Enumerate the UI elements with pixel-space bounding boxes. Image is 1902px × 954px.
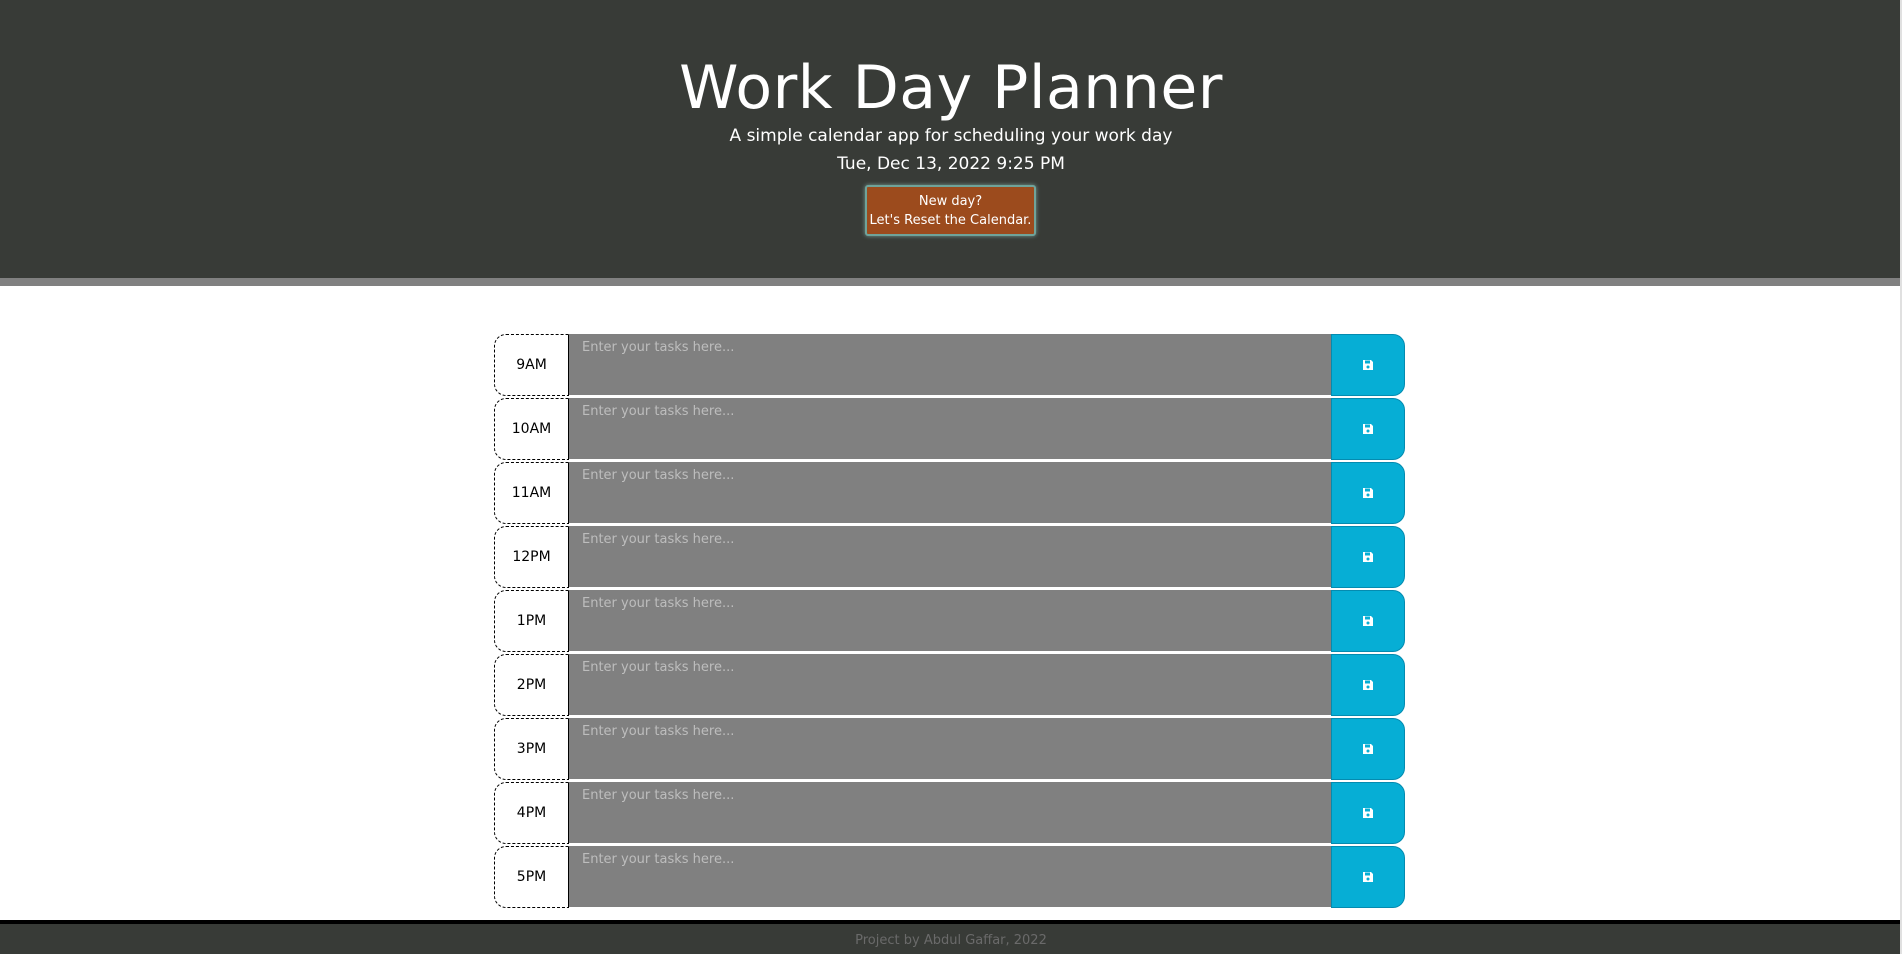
time-block: 3PM xyxy=(494,718,1405,782)
reset-button-line1: New day? xyxy=(918,193,983,209)
time-block: 1PM xyxy=(494,590,1405,654)
floppy-disk-icon xyxy=(1362,615,1374,627)
time-block: 11AM xyxy=(494,462,1405,526)
save-button[interactable] xyxy=(1331,334,1405,396)
save-button[interactable] xyxy=(1331,654,1405,716)
planner-container: 9AM 10AM 11AM 12PM xyxy=(494,334,1405,910)
footer-credit: Project by Abdul Gaffar, 2022 xyxy=(855,933,1047,948)
task-input[interactable] xyxy=(569,718,1331,780)
time-block: 10AM xyxy=(494,398,1405,462)
save-button[interactable] xyxy=(1331,526,1405,588)
time-block: 5PM xyxy=(494,846,1405,910)
task-input[interactable] xyxy=(569,654,1331,716)
task-input[interactable] xyxy=(569,846,1331,908)
hour-label: 9AM xyxy=(494,334,569,396)
floppy-disk-icon xyxy=(1362,679,1374,691)
save-button[interactable] xyxy=(1331,462,1405,524)
save-button[interactable] xyxy=(1331,846,1405,908)
save-button[interactable] xyxy=(1331,398,1405,460)
hour-label: 1PM xyxy=(494,590,569,652)
hour-label: 4PM xyxy=(494,782,569,844)
page-subtitle: A simple calendar app for scheduling you… xyxy=(729,126,1173,146)
hour-label: 10AM xyxy=(494,398,569,460)
task-input[interactable] xyxy=(569,782,1331,844)
reset-calendar-button[interactable]: New day? Let's Reset the Calendar. xyxy=(865,185,1036,236)
hour-label: 12PM xyxy=(494,526,569,588)
save-button[interactable] xyxy=(1331,590,1405,652)
task-input[interactable] xyxy=(569,462,1331,524)
task-input[interactable] xyxy=(569,526,1331,588)
save-button[interactable] xyxy=(1331,782,1405,844)
reset-button-line2: Let's Reset the Calendar. xyxy=(869,212,1032,228)
floppy-disk-icon xyxy=(1362,487,1374,499)
time-block: 9AM xyxy=(494,334,1405,398)
page-title: Work Day Planner xyxy=(679,53,1223,123)
page-footer: Project by Abdul Gaffar, 2022 xyxy=(0,920,1902,954)
time-block: 12PM xyxy=(494,526,1405,590)
hour-label: 3PM xyxy=(494,718,569,780)
floppy-disk-icon xyxy=(1362,871,1374,883)
save-button[interactable] xyxy=(1331,718,1405,780)
floppy-disk-icon xyxy=(1362,807,1374,819)
task-input[interactable] xyxy=(569,398,1331,460)
floppy-disk-icon xyxy=(1362,359,1374,371)
hour-label: 11AM xyxy=(494,462,569,524)
time-block: 4PM xyxy=(494,782,1405,846)
floppy-disk-icon xyxy=(1362,551,1374,563)
hour-label: 5PM xyxy=(494,846,569,908)
task-input[interactable] xyxy=(569,590,1331,652)
task-input[interactable] xyxy=(569,334,1331,396)
current-datetime: Tue, Dec 13, 2022 9:25 PM xyxy=(837,154,1065,174)
floppy-disk-icon xyxy=(1362,423,1374,435)
time-block: 2PM xyxy=(494,654,1405,718)
floppy-disk-icon xyxy=(1362,743,1374,755)
page-header: Work Day Planner A simple calendar app f… xyxy=(0,0,1902,286)
hour-label: 2PM xyxy=(494,654,569,716)
